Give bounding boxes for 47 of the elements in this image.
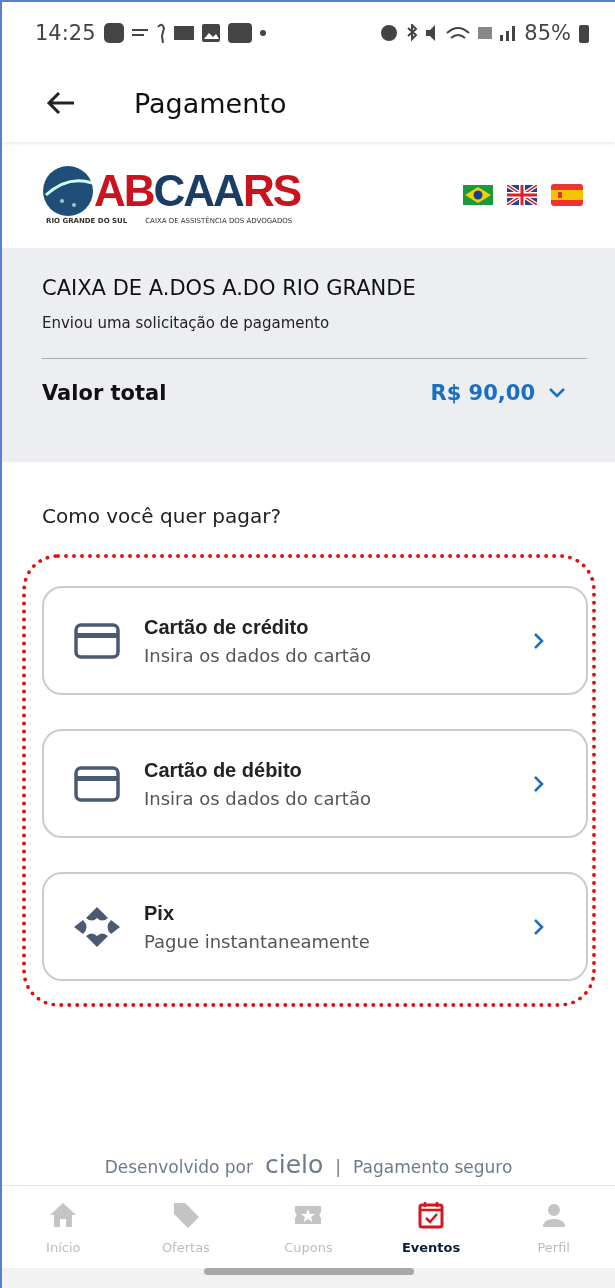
- app-icon: [227, 23, 252, 43]
- option-title: Cartão de débito: [144, 758, 303, 782]
- question-heading: Como você quer pagar?: [41, 503, 282, 528]
- battery-icon: [579, 23, 589, 43]
- page-title: Pagamento: [134, 87, 287, 119]
- calendar-icon: [416, 1199, 447, 1230]
- nav-tab[interactable]: Eventos: [369, 1186, 493, 1268]
- back-arrow-icon[interactable]: [46, 90, 76, 116]
- pix-icon: [74, 906, 120, 947]
- option-title: Pix: [144, 901, 176, 925]
- image-icon: [201, 24, 220, 42]
- option-subtitle: Pague instantaneamente: [144, 930, 371, 952]
- chevron-icon[interactable]: [547, 386, 567, 400]
- brand-logo-text: cielo: [265, 1150, 324, 1179]
- logo-text: AB: [94, 169, 154, 213]
- payment-option[interactable]: Cartão de débito Insira os dados do cartão: [42, 729, 588, 838]
- footer-text: Desenvolvido por: [104, 1157, 253, 1177]
- option-subtitle: Insira os dados do cartão: [144, 644, 372, 666]
- bluetooth-icon: [406, 24, 419, 42]
- wifi-icon: [446, 26, 471, 40]
- battery-level: 85%: [524, 21, 571, 45]
- chevron-right-icon: [532, 916, 546, 937]
- card-icon: [74, 765, 120, 802]
- merchant-name: CAIXA DE A.DOS A.DO RIO GRANDE: [42, 276, 417, 300]
- app-icon: [103, 23, 124, 43]
- merchant-message: Enviou uma solicitação de pagamento: [42, 314, 331, 332]
- option-title: Cartão de crédito: [144, 615, 310, 639]
- signal-icon: [500, 25, 517, 41]
- separator-text: |: [335, 1157, 342, 1177]
- logo-text: CAA: [153, 169, 243, 213]
- globe-icon: [42, 165, 94, 217]
- logo-text: RS: [242, 169, 300, 213]
- flag-icon[interactable]: [507, 185, 537, 205]
- payment-option[interactable]: Pix Pague instantaneamente: [42, 872, 588, 981]
- total-amount: R$ 90,00: [430, 381, 535, 405]
- option-subtitle: Insira os dados do cartão: [144, 787, 372, 809]
- footer-text: Pagamento seguro: [353, 1157, 513, 1177]
- dot-icon: [259, 30, 266, 36]
- app-icon: [131, 28, 148, 38]
- card-icon: [74, 622, 120, 659]
- status-time: 14:25: [35, 21, 96, 45]
- payment-option[interactable]: Cartão de crédito Insira os dados do cartão: [42, 586, 588, 695]
- chevron-right-icon: [532, 773, 546, 794]
- app-icon: [173, 26, 194, 40]
- total-label: Valor total: [42, 381, 167, 405]
- flag-icon[interactable]: [463, 185, 493, 205]
- chevron-right-icon: [532, 630, 546, 651]
